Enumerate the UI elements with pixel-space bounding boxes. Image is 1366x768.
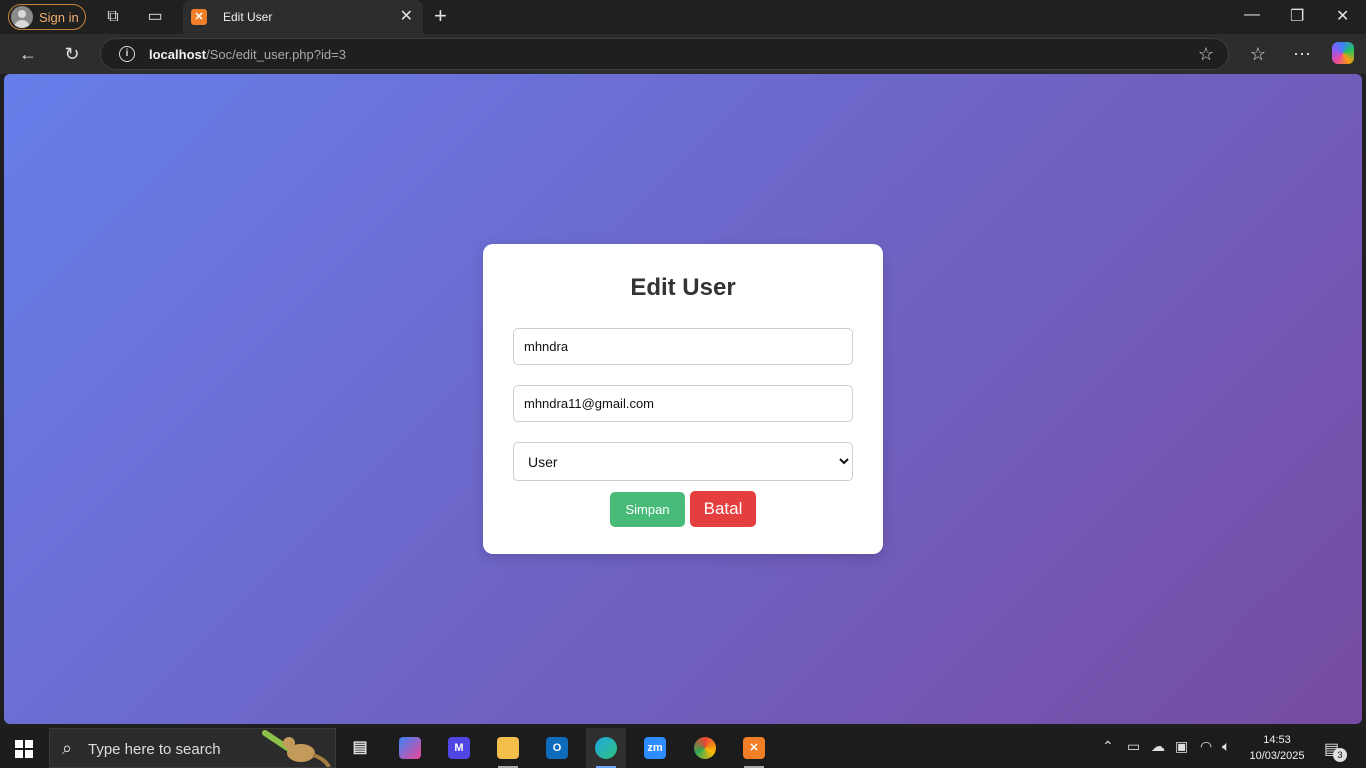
cancel-button[interactable]: Batal	[690, 491, 756, 527]
favorite-star-icon[interactable]: ☆	[1198, 44, 1214, 65]
close-window-icon[interactable]: ✕	[1336, 6, 1349, 26]
url-path: /Soc/edit_user.php?id=3	[206, 47, 346, 62]
display-icon[interactable]: ▣	[1175, 738, 1188, 755]
workspaces-icon[interactable]: ⧉	[103, 7, 123, 27]
role-select[interactable]: User	[513, 442, 853, 481]
search-placeholder: Type here to search	[88, 741, 221, 758]
close-tab-icon[interactable]: ✕	[400, 8, 413, 26]
windows-taskbar: ⌕ Type here to search ▤ M O zm ✕ ⌃ ▭ ☁ ▣…	[0, 728, 1366, 768]
xampp-icon[interactable]: ✕	[734, 728, 774, 768]
email-field[interactable]	[513, 385, 853, 422]
minimize-icon[interactable]: —	[1244, 6, 1260, 24]
taskbar-clock[interactable]: 14:53 10/03/2025	[1246, 732, 1308, 764]
tab-edit-user[interactable]: ✕ Edit User ✕	[183, 0, 423, 34]
new-tab-icon[interactable]: +	[434, 5, 447, 27]
profile-avatar-icon	[11, 6, 33, 28]
url-host: localhost	[149, 47, 207, 62]
taskbar-search[interactable]: ⌕ Type here to search	[49, 728, 336, 768]
page-title: Edit User	[630, 274, 736, 301]
kangaroo-illustration-icon	[262, 730, 331, 767]
info-icon[interactable]: i	[119, 46, 135, 62]
show-hidden-icons-icon[interactable]: ⌃	[1102, 738, 1114, 755]
clock-date: 10/03/2025	[1249, 750, 1305, 762]
copilot-app-icon[interactable]	[390, 728, 430, 768]
more-menu-icon[interactable]: ⋯	[1290, 43, 1314, 65]
clock-time: 14:53	[1263, 734, 1291, 746]
outlook-icon[interactable]: O	[537, 728, 577, 768]
task-view-icon[interactable]: ▤	[340, 728, 380, 768]
edit-user-card: Edit User User Simpan Batal	[483, 244, 883, 554]
copilot-icon[interactable]	[1332, 42, 1354, 64]
tab-title: Edit User	[223, 10, 273, 24]
notification-badge: 3	[1333, 748, 1347, 762]
browser-navbar: ← ↻ i localhost/Soc/edit_user.php?id=3 ☆…	[0, 34, 1366, 74]
windows-start-icon[interactable]	[15, 740, 33, 758]
wifi-icon[interactable]: ◠	[1200, 738, 1212, 755]
page-viewport: Edit User User Simpan Batal	[4, 74, 1362, 724]
form-buttons: Simpan Batal	[513, 491, 853, 527]
save-button[interactable]: Simpan	[610, 492, 685, 527]
back-icon[interactable]: ←	[16, 43, 40, 65]
file-explorer-icon[interactable]	[488, 728, 528, 768]
refresh-icon[interactable]: ↻	[60, 43, 84, 65]
browser-titlebar: Sign in ⧉ ▭ ✕ Edit User ✕ + — ❐ ✕	[0, 0, 1366, 34]
sign-in-button[interactable]: Sign in	[8, 4, 86, 30]
battery-icon[interactable]: ▭	[1127, 738, 1140, 755]
volume-icon[interactable]: 🔈︎	[1222, 738, 1230, 755]
sign-in-label: Sign in	[39, 9, 79, 25]
onedrive-icon[interactable]: ☁	[1151, 738, 1165, 755]
edge-browser-icon[interactable]	[586, 728, 626, 768]
favorites-icon[interactable]: ☆	[1246, 43, 1270, 65]
zoom-icon[interactable]: zm	[635, 728, 675, 768]
editor-app-icon[interactable]: M	[439, 728, 479, 768]
restore-icon[interactable]: ❐	[1290, 6, 1304, 26]
xampp-favicon-icon: ✕	[191, 9, 207, 25]
chrome-icon[interactable]	[685, 728, 725, 768]
search-icon: ⌕	[62, 738, 73, 758]
username-field[interactable]	[513, 328, 853, 365]
url-text: localhost/Soc/edit_user.php?id=3	[149, 47, 346, 62]
address-bar[interactable]: i localhost/Soc/edit_user.php?id=3 ☆	[100, 38, 1229, 70]
tab-actions-icon[interactable]: ▭	[145, 7, 165, 27]
